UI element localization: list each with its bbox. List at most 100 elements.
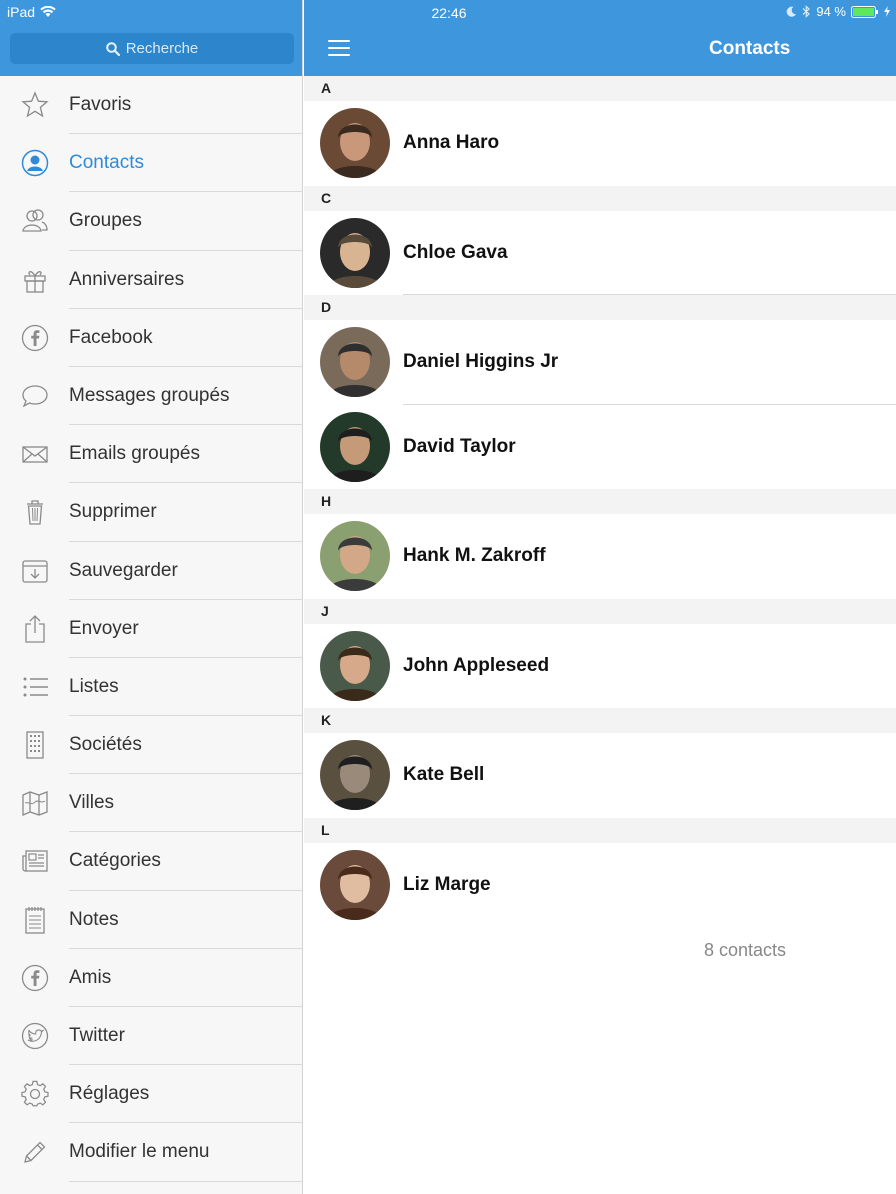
gift-icon <box>20 265 50 295</box>
sidebar-item-reglages[interactable]: Réglages <box>0 1065 302 1124</box>
sidebar-item-villes[interactable]: Villes <box>0 774 302 833</box>
sidebar-item-label: Sociétés <box>69 734 142 756</box>
contact-row[interactable]: John Appleseed <box>304 623 896 708</box>
facebook-icon <box>20 323 50 353</box>
facebook-icon <box>20 963 50 993</box>
sidebar-item-societes[interactable]: Sociétés <box>0 716 302 775</box>
contact-row[interactable]: Anna Haro <box>304 101 896 186</box>
pencil-icon <box>20 1137 50 1167</box>
contact-row[interactable]: David Taylor <box>304 404 896 489</box>
sidebar-item-label: Messages groupés <box>69 384 230 406</box>
section-header: J <box>304 598 896 624</box>
avatar <box>320 217 390 288</box>
page-title: Contacts <box>709 38 791 59</box>
status-time: 22:46 <box>431 5 467 21</box>
contact-row[interactable]: Daniel Higgins Jr <box>304 320 896 405</box>
divider <box>69 1180 302 1182</box>
sidebar-item-envoyer[interactable]: Envoyer <box>0 600 302 658</box>
sidebar-item-label: Modifier le menu <box>69 1141 210 1163</box>
newspaper-icon <box>20 846 50 876</box>
sidebar-item-emails-groupes[interactable]: Emails groupés <box>0 425 302 484</box>
sidebar-item-twitter[interactable]: Twitter <box>0 1007 302 1066</box>
sidebar-item-label: Contacts <box>69 152 144 174</box>
section-header: K <box>304 708 896 733</box>
section-header: D <box>304 295 896 320</box>
contact-name: Anna Haro <box>403 132 500 153</box>
sidebar-item-sauvegarder[interactable]: Sauvegarder <box>0 542 302 600</box>
sidebar-menu: Favoris Contacts Groupes Anniversaires Faceb… <box>0 76 302 1182</box>
sidebar-item-anniversaires[interactable]: Anniversaires <box>0 251 302 309</box>
avatar <box>320 108 390 178</box>
contact-name: Liz Marge <box>403 873 491 895</box>
contact-name: Hank M. Zakroff <box>403 545 546 566</box>
list-icon <box>20 672 50 702</box>
battery-icon <box>851 5 878 18</box>
sidebar-item-label: Réglages <box>69 1083 150 1105</box>
contact-row[interactable]: Chloe Gava <box>304 210 896 295</box>
section-header: L <box>304 817 896 843</box>
sidebar-item-messages-groupes[interactable]: Messages groupés <box>0 367 302 426</box>
contact-row[interactable]: Hank M. Zakroff <box>304 514 896 599</box>
contact-row[interactable]: Liz Marge <box>304 842 896 927</box>
sidebar-item-label: Groupes <box>69 210 142 232</box>
sidebar-item-label: Amis <box>69 966 112 988</box>
contacts-panel: 22:46 94 % Contacts A Anna Haro C Chloe Gav… <box>304 0 896 1194</box>
gear-icon <box>20 1079 50 1109</box>
sidebar-item-amis[interactable]: Amis <box>0 949 302 1007</box>
contacts-list: A Anna Haro C Chloe Gava D Daniel Higgins Jr D… <box>304 76 896 927</box>
sidebar-item-label: Twitter <box>69 1025 125 1046</box>
group-icon <box>20 206 50 236</box>
main-header: 22:46 94 % Contacts <box>304 0 896 76</box>
save-tray-icon <box>20 556 50 586</box>
sidebar-item-contacts[interactable]: Contacts <box>0 134 302 193</box>
star-icon <box>20 90 50 120</box>
share-icon <box>20 614 50 644</box>
sidebar-item-label: Envoyer <box>69 617 139 639</box>
sidebar-item-favoris[interactable]: Favoris <box>0 76 302 135</box>
sidebar-item-label: Sauvegarder <box>69 559 178 581</box>
avatar <box>320 630 390 701</box>
sidebar-item-categories[interactable]: Catégories <box>0 832 302 891</box>
sidebar-item-supprimer[interactable]: Supprimer <box>0 483 302 542</box>
sidebar-header: iPad Recherche <box>0 0 302 76</box>
sidebar: iPad Recherche Favoris Contacts Groupes Ann… <box>0 0 303 1194</box>
status-bar-left: iPad <box>7 4 56 20</box>
avatar <box>320 411 390 482</box>
sidebar-item-notes[interactable]: Notes <box>0 891 302 949</box>
building-icon <box>20 730 50 760</box>
speech-bubble-icon <box>20 381 50 411</box>
notepad-icon <box>20 905 50 935</box>
search-placeholder: Recherche <box>125 40 199 57</box>
sidebar-item-label: Listes <box>69 675 119 697</box>
avatar <box>320 521 390 591</box>
map-icon <box>20 788 50 818</box>
sidebar-item-listes[interactable]: Listes <box>0 658 302 717</box>
sidebar-item-label: Emails groupés <box>69 443 200 465</box>
sidebar-item-groupes[interactable]: Groupes <box>0 192 302 251</box>
contact-name: John Appleseed <box>403 654 550 676</box>
sidebar-item-label: Favoris <box>69 94 132 115</box>
sidebar-item-label: Facebook <box>69 326 153 348</box>
section-header: H <box>304 489 896 514</box>
avatar <box>320 740 390 810</box>
contact-name: Chloe Gava <box>403 241 508 263</box>
battery-label: 94 % <box>816 4 846 19</box>
charging-icon <box>884 6 890 17</box>
contact-row[interactable]: Kate Bell <box>304 733 896 818</box>
avatar <box>320 849 390 920</box>
status-bar-right: 94 % <box>786 4 890 19</box>
envelope-icon <box>20 439 50 469</box>
sidebar-item-label: Villes <box>69 792 115 814</box>
sidebar-item-facebook[interactable]: Facebook <box>0 309 302 367</box>
search-input[interactable]: Recherche <box>10 33 294 64</box>
person-circle-icon <box>20 148 50 178</box>
wifi-icon <box>40 6 56 17</box>
sidebar-item-modifier-le-menu[interactable]: Modifier le menu <box>0 1123 302 1182</box>
trash-icon <box>20 497 50 527</box>
moon-icon <box>787 6 797 17</box>
sidebar-item-label: Notes <box>69 908 119 930</box>
bluetooth-icon <box>802 5 811 18</box>
twitter-bird-icon <box>20 1021 50 1051</box>
sidebar-item-label: Supprimer <box>69 501 157 523</box>
contact-name: Kate Bell <box>403 764 485 785</box>
